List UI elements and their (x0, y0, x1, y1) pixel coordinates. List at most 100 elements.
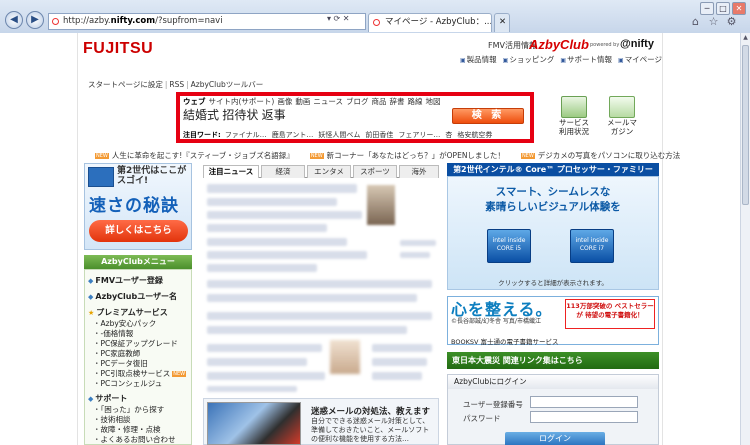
search-tab-news[interactable]: ニュース (313, 97, 343, 106)
blurred-headline[interactable] (207, 280, 432, 288)
blurred-headline[interactable] (400, 240, 436, 246)
news-photo[interactable] (330, 340, 360, 374)
link-mypage[interactable]: マイページ (618, 55, 662, 64)
blurred-headline[interactable] (207, 294, 417, 302)
tab-mypage[interactable]: マイページ - AzbyClub：... (368, 13, 492, 32)
earthquake-links-banner[interactable]: 東日本大震災 関連リンク集はこちら (447, 352, 659, 369)
address-bar[interactable]: http://azby.nifty.com/?supfrom=navi (48, 13, 366, 30)
tab-featured-news[interactable]: 注目ニュース (203, 165, 259, 178)
link-set-startpage[interactable]: スタートページに設定 (88, 80, 163, 89)
hot-words-label: 注目ワード: (183, 131, 221, 139)
news-photo[interactable] (367, 185, 395, 225)
mail-magazine-icon[interactable] (609, 96, 635, 118)
search-tab-map[interactable]: 地図 (425, 97, 440, 106)
hot-word-link[interactable]: 妖怪人間ベム (318, 131, 360, 139)
spam-article-image[interactable] (207, 402, 301, 445)
tab-close-button[interactable]: ✕ (494, 13, 510, 32)
hot-word-link[interactable]: ファイナル… (225, 131, 267, 139)
blurred-headline[interactable] (207, 251, 367, 259)
blurred-headline[interactable] (207, 264, 317, 272)
hot-word-link[interactable]: フェアリー… (398, 131, 440, 139)
maximize-icon[interactable]: □ (716, 2, 730, 15)
search-button[interactable]: 検 索 (452, 108, 524, 124)
link-shopping[interactable]: ショッピング (503, 55, 555, 64)
blurred-headline[interactable] (207, 326, 407, 334)
blurred-headline[interactable] (207, 238, 347, 246)
link-products[interactable]: 製品情報 (460, 55, 497, 64)
password-input[interactable] (530, 411, 638, 423)
tab-overseas[interactable]: 海外 (399, 165, 439, 178)
forward-button[interactable]: ▶ (26, 11, 44, 29)
spam-article-title[interactable]: 迷惑メールの対処法、教えます (311, 405, 430, 417)
menu-item[interactable]: プレミアムサービス (88, 307, 167, 318)
home-icon[interactable]: ⌂ (689, 15, 702, 28)
blurred-headline[interactable] (207, 344, 322, 352)
blurred-headline[interactable] (207, 224, 327, 232)
search-tab-video[interactable]: 動画 (295, 97, 310, 106)
user-id-input[interactable] (530, 396, 638, 408)
blurred-headline[interactable] (372, 358, 427, 366)
address-controls[interactable]: ▾ ⟳ ✕ (327, 14, 350, 23)
settings-gear-icon[interactable]: ⚙ (725, 15, 738, 28)
login-button[interactable]: ログイン (505, 432, 605, 445)
blurred-headline[interactable] (372, 344, 432, 352)
intel-core-i7-logo[interactable]: intel inside CORE i7 (570, 229, 614, 263)
scroll-thumb[interactable] (742, 45, 749, 205)
blurred-headline[interactable] (207, 386, 297, 392)
link-support[interactable]: サポート情報 (560, 55, 612, 64)
promo-details-button[interactable]: 詳しくはこちら (89, 220, 188, 242)
ticker-item[interactable]: 新コーナー「あなたはどっち？」がOPENしました！ (310, 151, 505, 160)
intel-core-i5-logo[interactable]: intel inside CORE i5 (487, 229, 531, 263)
menu-item[interactable]: サポート (88, 393, 127, 404)
search-tab-route[interactable]: 路線 (407, 97, 422, 106)
search-tab-blog[interactable]: ブログ (346, 97, 369, 106)
blurred-headline[interactable] (207, 184, 357, 193)
blurred-headline[interactable] (400, 252, 430, 258)
blurred-headline[interactable] (207, 312, 432, 320)
nifty-logo[interactable]: @nifty (620, 38, 654, 50)
tab-economy[interactable]: 経済 (261, 165, 305, 178)
blurred-headline[interactable] (207, 211, 362, 219)
azbyclub-logo[interactable]: AzbyClub (529, 37, 589, 52)
ticker-item[interactable]: デジカメの写真をパソコンに取り込む方法 (521, 151, 680, 160)
hot-words: 注目ワード: ファイナル… 鹿島アント… 妖怪人間ベム 前田香佳 フェアリー… 杏格安航空券 (183, 130, 497, 140)
menu-item[interactable]: FMVユーザー登録 (88, 275, 162, 286)
blurred-headline[interactable] (207, 198, 337, 206)
search-tab-site[interactable]: サイト内(サポート) (209, 97, 275, 106)
link-toolbar[interactable]: AzbyClubツールバー (191, 80, 264, 89)
search-tab-dictionary[interactable]: 辞書 (389, 97, 404, 106)
search-tab-shopping[interactable]: 商品 (371, 97, 386, 106)
intel-ad-header[interactable]: 第2世代インテル® Core™ プロセッサー・ファミリー (447, 163, 659, 176)
search-tab-image[interactable]: 画像 (277, 97, 292, 106)
search-input[interactable] (183, 107, 448, 124)
hot-word-link[interactable]: 杏 (445, 131, 452, 139)
close-window-icon[interactable]: ✕ (732, 2, 746, 15)
hot-word-link[interactable]: 格安航空券 (457, 131, 492, 139)
menu-item[interactable]: PCコンシェルジュ (93, 378, 163, 389)
ticker-item[interactable]: 人生に革命を起こす!『スティーブ・ジョブズ名語録』 (95, 151, 294, 160)
fujitsu-logo[interactable]: FUJITSU (83, 40, 153, 58)
service-status-icon[interactable] (561, 96, 587, 118)
promo-title: 速さの秘訣 (89, 196, 179, 216)
service-status-link[interactable]: サービス利用状況 (556, 118, 592, 136)
vertical-scrollbar[interactable]: ▲ (740, 33, 750, 445)
link-rss[interactable]: RSS (169, 80, 184, 89)
blurred-headline[interactable] (207, 372, 325, 380)
minimize-icon[interactable]: ─ (700, 2, 714, 15)
favorites-icon[interactable]: ☆ (707, 15, 720, 28)
mail-magazine-link[interactable]: メールマガジン (604, 118, 640, 136)
hot-word-link[interactable]: 前田香佳 (365, 131, 393, 139)
menu-item[interactable]: よくあるお問い合わせ (93, 434, 176, 445)
back-button[interactable]: ◀ (5, 11, 23, 29)
tab-entertainment[interactable]: エンタメ (307, 165, 351, 178)
blurred-headline[interactable] (207, 358, 307, 366)
hot-word-link[interactable]: 鹿島アント… (272, 131, 314, 139)
scroll-up-icon[interactable]: ▲ (741, 33, 750, 43)
search-tab-web[interactable]: ウェブ (183, 97, 206, 106)
menu-item[interactable]: AzbyClubユーザー名 (88, 291, 177, 302)
intel-ad-line1: スマート、シームレスな (495, 186, 611, 198)
blurred-headline[interactable] (372, 372, 422, 380)
tab-sports[interactable]: スポーツ (353, 165, 397, 178)
core-chip-icon (88, 167, 114, 187)
promo-headline: 第2世代はここがスゴイ! (117, 166, 187, 186)
